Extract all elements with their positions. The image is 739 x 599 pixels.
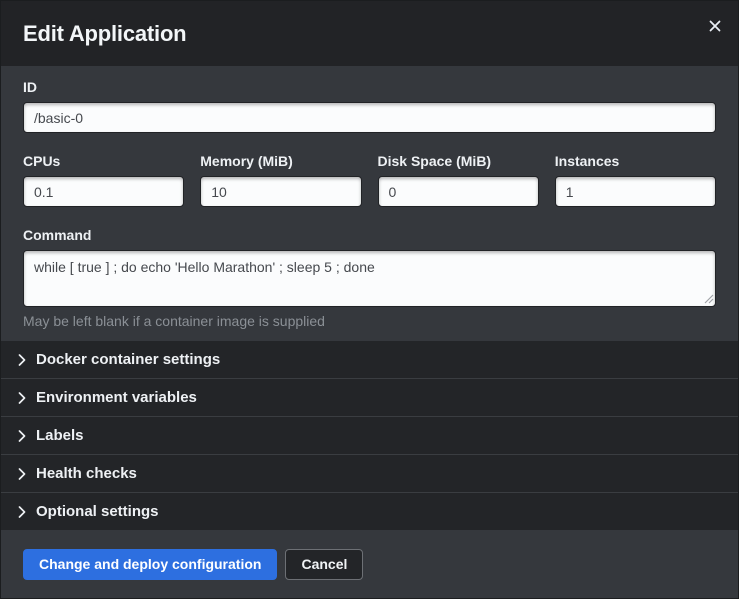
- chevron-right-icon: [18, 392, 27, 404]
- modal-title: Edit Application: [23, 21, 186, 47]
- cpus-input[interactable]: [23, 176, 184, 207]
- modal-footer: Change and deploy configuration Cancel: [1, 530, 738, 598]
- disk-field-group: Disk Space (MiB): [378, 153, 539, 207]
- instances-input[interactable]: [555, 176, 716, 207]
- section-optional-settings[interactable]: Optional settings: [1, 492, 738, 530]
- command-textarea-wrap: while [ true ] ; do echo 'Hello Marathon…: [23, 250, 716, 307]
- disk-label: Disk Space (MiB): [378, 153, 539, 169]
- resources-row: CPUs Memory (MiB) Disk Space (MiB) Insta…: [23, 153, 716, 207]
- modal-body: ID CPUs Memory (MiB) Disk Space (MiB) In…: [1, 66, 738, 341]
- accordion-sections: Docker container settings Environment va…: [1, 341, 738, 530]
- close-icon-glyph: [709, 20, 721, 32]
- command-textarea[interactable]: while [ true ] ; do echo 'Hello Marathon…: [23, 250, 716, 307]
- section-label: Environment variables: [36, 389, 197, 406]
- modal-header: Edit Application: [1, 1, 738, 66]
- chevron-right-icon: [18, 354, 27, 366]
- cpus-field-group: CPUs: [23, 153, 184, 207]
- command-label: Command: [23, 227, 716, 243]
- edit-application-modal: Edit Application ID CPUs Memory (MiB) Di…: [0, 0, 739, 599]
- section-health-checks[interactable]: Health checks: [1, 454, 738, 492]
- id-label: ID: [23, 79, 716, 95]
- section-environment-variables[interactable]: Environment variables: [1, 378, 738, 416]
- section-docker-container-settings[interactable]: Docker container settings: [1, 341, 738, 378]
- instances-label: Instances: [555, 153, 716, 169]
- change-and-deploy-button[interactable]: Change and deploy configuration: [23, 549, 277, 580]
- section-label: Health checks: [36, 465, 137, 482]
- memory-label: Memory (MiB): [200, 153, 361, 169]
- section-label: Optional settings: [36, 503, 159, 520]
- memory-input[interactable]: [200, 176, 361, 207]
- instances-field-group: Instances: [555, 153, 716, 207]
- section-labels[interactable]: Labels: [1, 416, 738, 454]
- command-field-group: Command while [ true ] ; do echo 'Hello …: [23, 227, 716, 329]
- section-label: Labels: [36, 427, 84, 444]
- memory-field-group: Memory (MiB): [200, 153, 361, 207]
- section-label: Docker container settings: [36, 351, 220, 368]
- id-input[interactable]: [23, 102, 716, 133]
- chevron-right-icon: [18, 506, 27, 518]
- chevron-right-icon: [18, 468, 27, 480]
- chevron-right-icon: [18, 430, 27, 442]
- cancel-button[interactable]: Cancel: [285, 549, 363, 580]
- id-field-group: ID: [23, 79, 716, 133]
- close-icon[interactable]: [706, 17, 724, 35]
- disk-input[interactable]: [378, 176, 539, 207]
- cpus-label: CPUs: [23, 153, 184, 169]
- command-help-text: May be left blank if a container image i…: [23, 314, 716, 329]
